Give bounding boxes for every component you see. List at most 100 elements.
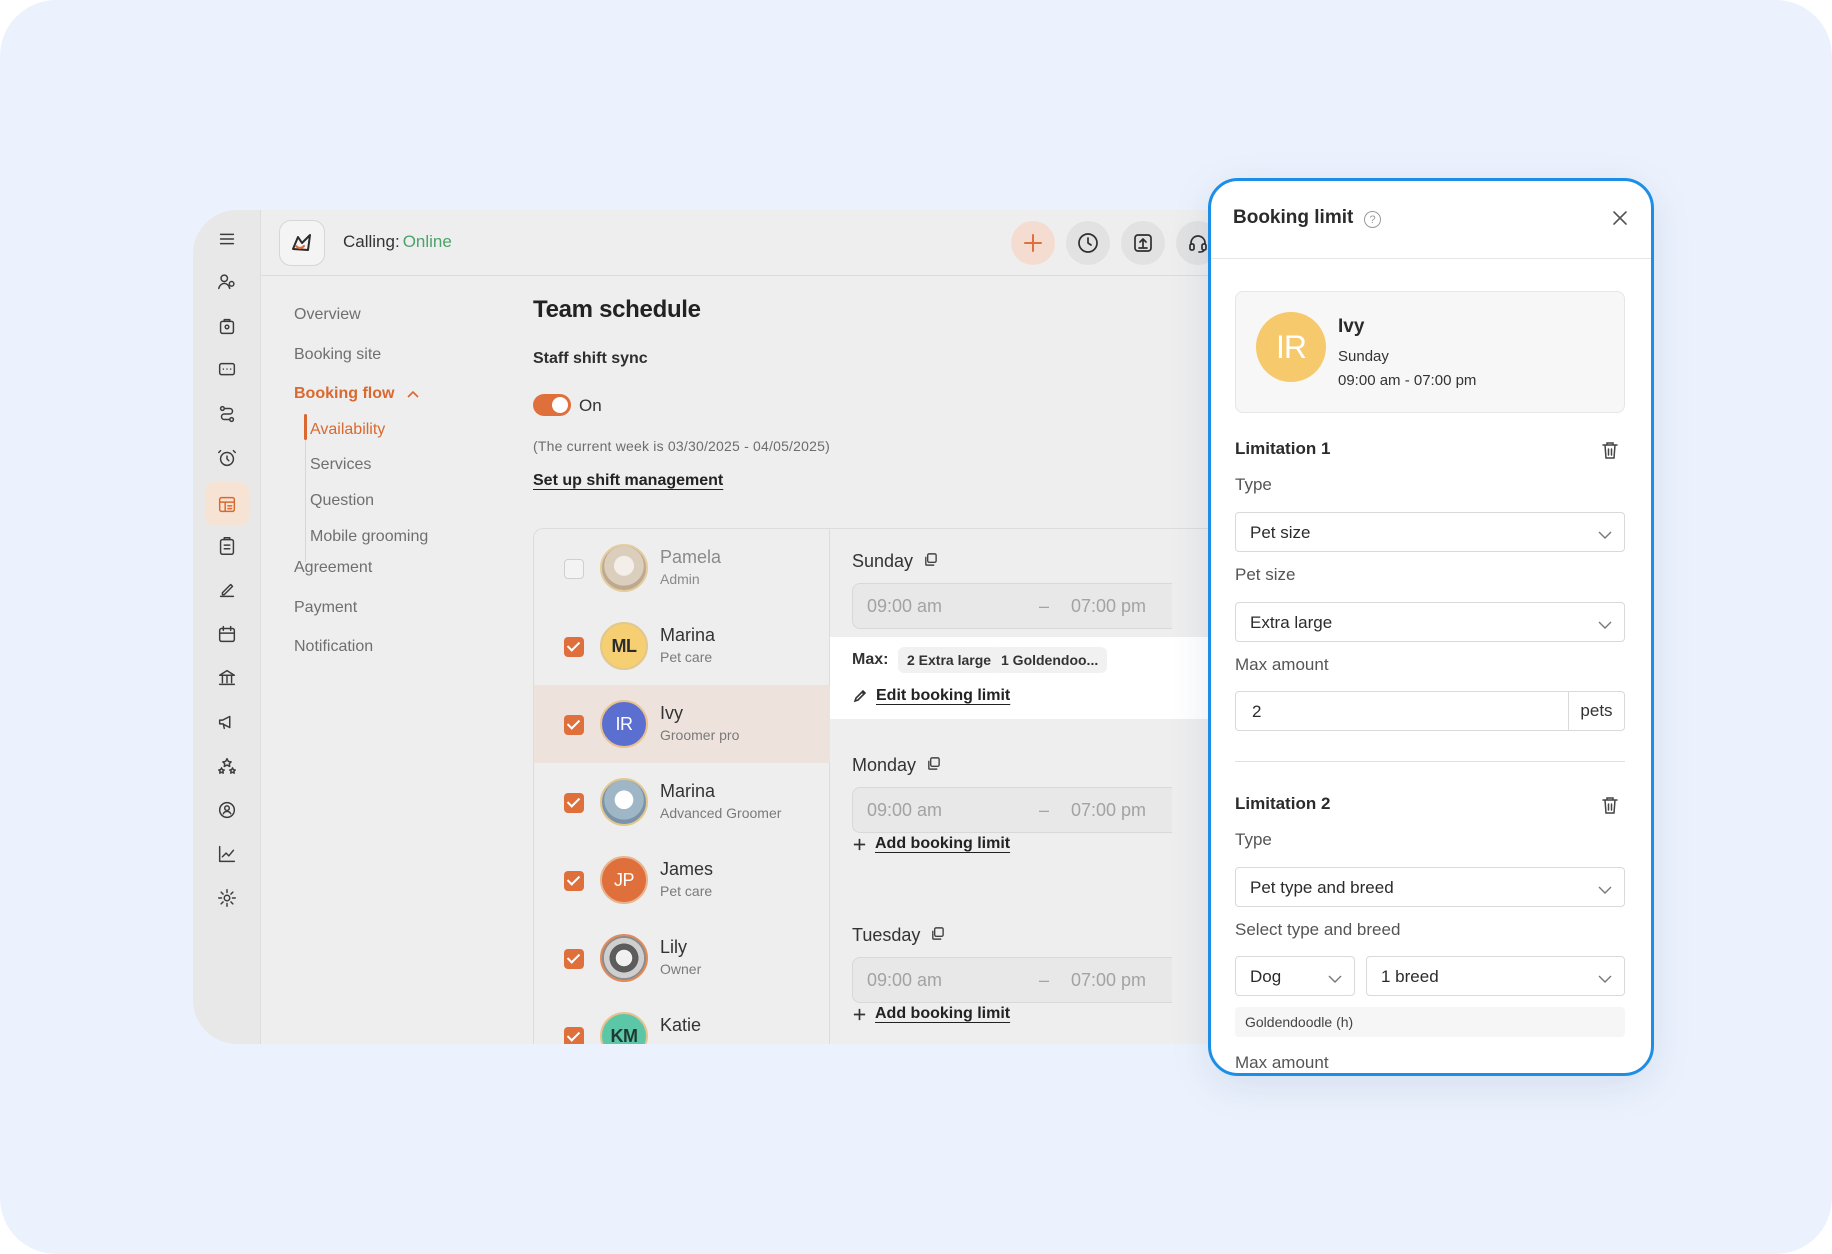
nav-question[interactable]: Question <box>310 492 374 510</box>
nav-booking-site[interactable]: Booking site <box>294 346 381 364</box>
copy-icon[interactable] <box>926 755 941 776</box>
shift-time: 09:00 am - 07:00 pm <box>1338 372 1477 389</box>
staff-row[interactable]: ML Marina Pet care <box>534 607 830 685</box>
staff-row[interactable]: JP James Pet care <box>534 841 830 919</box>
plus-icon <box>853 838 866 850</box>
day-name: Sunday <box>852 551 914 571</box>
support-person-icon[interactable] <box>211 794 243 826</box>
sunday-time-range[interactable]: 09:00 am – 07:00 pm <box>852 583 1172 629</box>
clipboard-icon[interactable] <box>211 530 243 562</box>
route-icon[interactable] <box>211 398 243 430</box>
sunday-booking-limit-summary: Max: 2 Extra large 1 Goldendoo... Edit b… <box>830 637 1225 719</box>
app-logo[interactable] <box>279 220 325 266</box>
max-label: Max: <box>852 651 889 668</box>
upload-icon <box>1134 234 1152 252</box>
limitation-2-type-select[interactable]: Pet type and breed <box>1235 867 1625 907</box>
staff-name: Pamela <box>660 547 722 567</box>
staff-row[interactable]: Lily Owner <box>534 919 830 997</box>
stars-icon[interactable] <box>211 750 243 782</box>
menu-icon[interactable] <box>211 223 243 255</box>
monday-time-range[interactable]: 09:00 am – 07:00 pm <box>852 787 1172 833</box>
clock-icon <box>1078 233 1098 253</box>
trash-icon <box>1602 797 1618 814</box>
nav-availability[interactable]: Availability <box>310 421 385 439</box>
app-window: Calling: Online Overview Booking site Boo… <box>193 210 1225 1044</box>
pen-icon[interactable] <box>211 574 243 606</box>
unit-suffix: pets <box>1568 692 1624 730</box>
staff-row-selected[interactable]: IR Ivy Groomer pro <box>534 685 830 763</box>
nav-overview[interactable]: Overview <box>294 306 361 324</box>
staff-checkbox[interactable] <box>564 559 584 579</box>
staff-row[interactable]: KM Katie <box>534 997 830 1044</box>
analytics-icon[interactable] <box>211 838 243 870</box>
add-booking-limit-link[interactable]: Add booking limit <box>852 835 1010 853</box>
staff-name: Marina <box>660 781 716 801</box>
limitation-1-type-select[interactable]: Pet size <box>1235 512 1625 552</box>
staff-row[interactable]: Marina Advanced Groomer <box>534 763 830 841</box>
staff-checkbox[interactable] <box>564 949 584 969</box>
schedule-icon[interactable] <box>205 482 249 526</box>
tuesday-time-range[interactable]: 09:00 am – 07:00 pm <box>852 957 1172 1003</box>
message-icon[interactable] <box>211 354 243 386</box>
avatar <box>600 778 648 826</box>
max-amount-label: Max amount <box>1235 1053 1329 1072</box>
pet-type-select[interactable]: Dog <box>1235 956 1355 996</box>
staff-checkbox[interactable] <box>564 1027 584 1044</box>
pet-size-select[interactable]: Extra large <box>1235 602 1625 642</box>
nav-booking-flow[interactable]: Booking flow <box>294 385 419 403</box>
add-button[interactable] <box>1011 221 1055 265</box>
plus-icon <box>1024 234 1042 252</box>
edit-booking-limit-link[interactable]: Edit booking limit <box>852 687 1010 705</box>
delete-limitation-2-button[interactable] <box>1601 795 1621 815</box>
copy-icon[interactable] <box>930 925 945 946</box>
alarm-icon[interactable] <box>211 442 243 474</box>
staff-name: Ivy <box>1338 316 1365 337</box>
delete-limitation-1-button[interactable] <box>1601 440 1621 460</box>
nav-notification[interactable]: Notification <box>294 638 373 656</box>
max-amount-input[interactable]: 2 pets <box>1235 691 1625 731</box>
setup-shift-management-link[interactable]: Set up shift management <box>533 472 723 490</box>
staff-name: Katie <box>660 1015 702 1035</box>
clock-button[interactable] <box>1066 221 1110 265</box>
staff-shift-sync-toggle[interactable] <box>533 394 571 416</box>
staff-checkbox[interactable] <box>564 793 584 813</box>
nav-agreement[interactable]: Agreement <box>294 559 372 577</box>
chevron-down-icon <box>1598 882 1612 894</box>
avatar: IR <box>1256 312 1326 382</box>
calendar-icon[interactable] <box>211 618 243 650</box>
staff-checkbox[interactable] <box>564 715 584 735</box>
day-schedule: Sunday 09:00 am – 07:00 pm Max: 2 Extra … <box>830 529 1225 1044</box>
nav-services[interactable]: Services <box>310 456 371 474</box>
help-icon[interactable]: ? <box>1364 211 1381 228</box>
staff-list: Pamela Admin ML Marina Pet care IR Ivy G… <box>534 529 830 1044</box>
close-icon[interactable] <box>1607 205 1633 231</box>
start-time: 09:00 am <box>867 970 943 990</box>
settings-gear-icon[interactable] <box>211 882 243 914</box>
nav-mobile-grooming[interactable]: Mobile grooming <box>310 528 428 546</box>
select-value: 1 breed <box>1381 967 1439 986</box>
staff-checkbox[interactable] <box>564 871 584 891</box>
megaphone-icon[interactable] <box>211 706 243 738</box>
upload-button[interactable] <box>1121 221 1165 265</box>
staff-name: Marina <box>660 625 716 645</box>
type-label: Type <box>1235 830 1272 849</box>
subnav-active-indicator <box>304 414 307 440</box>
staff-checkbox[interactable] <box>564 637 584 657</box>
bag-icon[interactable] <box>211 310 243 342</box>
input-value: 2 <box>1252 702 1262 721</box>
clients-icon[interactable] <box>211 266 243 298</box>
bank-icon[interactable] <box>211 662 243 694</box>
chevron-down-icon <box>1598 527 1612 539</box>
staff-role: Advanced Groomer <box>660 805 782 821</box>
staff-row[interactable]: Pamela Admin <box>534 529 830 607</box>
current-week-note: (The current week is 03/30/2025 - 04/05/… <box>533 438 830 454</box>
copy-icon[interactable] <box>923 551 938 572</box>
add-booking-limit-link[interactable]: Add booking limit <box>852 1005 1010 1023</box>
staff-role: Owner <box>660 961 702 977</box>
breed-select[interactable]: 1 breed <box>1366 956 1625 996</box>
nav-payment[interactable]: Payment <box>294 599 357 617</box>
pencil-icon <box>853 689 867 703</box>
chevron-down-icon <box>1328 971 1342 983</box>
staff-shift-card: IR Ivy Sunday 09:00 am - 07:00 pm <box>1235 291 1625 413</box>
calling-label: Calling: <box>343 232 400 251</box>
